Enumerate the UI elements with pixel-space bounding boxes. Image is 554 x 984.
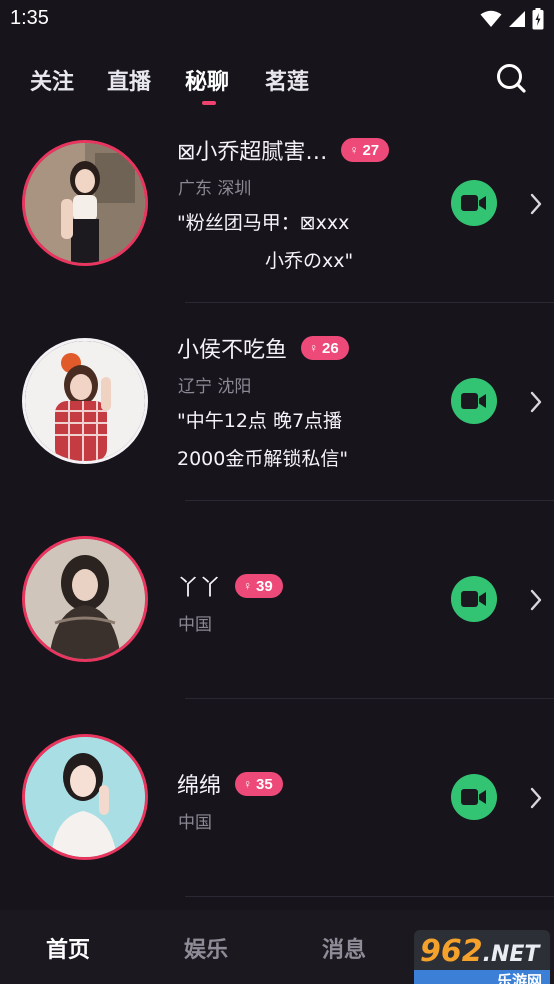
video-camera-icon	[461, 591, 486, 607]
user-signature: "粉丝团马甲：⊠xxx 小乔のxx"	[177, 204, 353, 280]
video-call-button[interactable]	[451, 774, 497, 820]
video-camera-icon	[461, 195, 486, 211]
divider	[185, 500, 554, 501]
nav-messages[interactable]: 消息	[322, 932, 366, 964]
divider	[185, 896, 554, 897]
user-name[interactable]: 绵绵	[177, 768, 221, 800]
avatar[interactable]	[22, 338, 148, 464]
divider	[185, 698, 554, 699]
age-value: 35	[256, 775, 273, 793]
chevron-right-icon[interactable]	[528, 786, 544, 810]
tab-live[interactable]: 直播	[107, 64, 151, 96]
tab-private-chat[interactable]: 秘聊	[185, 64, 229, 96]
status-time: 1:35	[10, 7, 49, 29]
female-icon: ♀	[243, 777, 253, 791]
user-list: ⊠小乔超腻害… ♀ 27 广东 深圳 "粉丝团马甲：⊠xxx 小乔のxx" 小侯…	[0, 110, 554, 910]
user-location: 中国	[178, 615, 212, 635]
signal-icon	[509, 11, 525, 27]
chevron-right-icon[interactable]	[528, 390, 544, 414]
status-bar: 1:35	[0, 0, 554, 40]
female-icon: ♀	[243, 579, 253, 593]
chevron-right-icon[interactable]	[528, 192, 544, 216]
status-icons	[480, 8, 544, 30]
signature-line: "粉丝团马甲：⊠xxx	[177, 212, 350, 234]
app-screen: 1:35 关注 直播 秘聊 茗莲 ⊠小乔超腻害… ♀ 27 广东 深圳 "粉丝团…	[0, 0, 554, 984]
user-name[interactable]: 丫丫	[177, 570, 221, 602]
top-tabs: 关注 直播 秘聊 茗莲	[0, 60, 554, 110]
tab-minglian[interactable]: 茗莲	[265, 64, 309, 96]
video-call-button[interactable]	[451, 378, 497, 424]
battery-icon	[532, 8, 544, 30]
watermark-subtitle: 乐游网	[414, 970, 550, 984]
age-value: 39	[256, 577, 273, 595]
gender-age-badge: ♀ 35	[235, 772, 283, 796]
signature-line: "中午12点 晚7点播	[177, 410, 343, 432]
age-value: 27	[362, 141, 380, 159]
name-line: 丫丫 ♀ 39	[177, 570, 283, 602]
video-call-button[interactable]	[451, 576, 497, 622]
avatar[interactable]	[22, 140, 148, 266]
site-watermark-logo: 962.NET 乐游网	[414, 930, 550, 984]
divider	[185, 302, 554, 303]
tab-follow[interactable]: 关注	[30, 64, 74, 96]
user-location: 辽宁 沈阳	[178, 377, 252, 397]
video-camera-icon	[461, 393, 486, 409]
gender-age-badge: ♀ 26	[301, 336, 349, 360]
signature-line: 2000金币解锁私信"	[177, 448, 349, 470]
avatar[interactable]	[22, 536, 148, 662]
watermark-text: 962.NET	[420, 934, 540, 969]
nav-home[interactable]: 首页	[46, 932, 90, 964]
name-line: ⊠小乔超腻害… ♀ 27	[177, 134, 390, 166]
user-location: 广东 深圳	[178, 179, 252, 199]
female-icon: ♀	[349, 143, 359, 157]
gender-age-badge: ♀ 39	[235, 574, 283, 598]
search-icon[interactable]	[495, 62, 527, 94]
signature-line: 小乔のxx"	[265, 250, 354, 272]
chevron-right-icon[interactable]	[528, 588, 544, 612]
wifi-icon	[480, 10, 502, 27]
nav-entertainment[interactable]: 娱乐	[184, 932, 228, 964]
bottom-nav: 首页 娱乐 消息 962.NET 乐游网	[0, 910, 554, 984]
female-icon: ♀	[309, 341, 319, 355]
avatar[interactable]	[22, 734, 148, 860]
list-item[interactable]: ⊠小乔超腻害… ♀ 27 广东 深圳 "粉丝团马甲：⊠xxx 小乔のxx"	[0, 110, 554, 308]
user-signature: "中午12点 晚7点播 2000金币解锁私信"	[177, 402, 348, 478]
active-tab-indicator	[202, 101, 216, 105]
user-name[interactable]: 小侯不吃鱼	[177, 332, 287, 364]
user-name[interactable]: ⊠小乔超腻害…	[177, 134, 327, 166]
list-item[interactable]: 丫丫 ♀ 39 中国	[0, 506, 554, 704]
name-line: 小侯不吃鱼 ♀ 26	[177, 332, 349, 364]
user-location: 中国	[178, 813, 212, 833]
video-call-button[interactable]	[451, 180, 497, 226]
list-item[interactable]: 绵绵 ♀ 35 中国	[0, 704, 554, 902]
age-value: 26	[322, 339, 339, 357]
gender-age-badge: ♀ 27	[341, 138, 390, 162]
list-item[interactable]: 小侯不吃鱼 ♀ 26 辽宁 沈阳 "中午12点 晚7点播 2000金币解锁私信"	[0, 308, 554, 506]
video-camera-icon	[461, 789, 486, 805]
name-line: 绵绵 ♀ 35	[177, 768, 283, 800]
